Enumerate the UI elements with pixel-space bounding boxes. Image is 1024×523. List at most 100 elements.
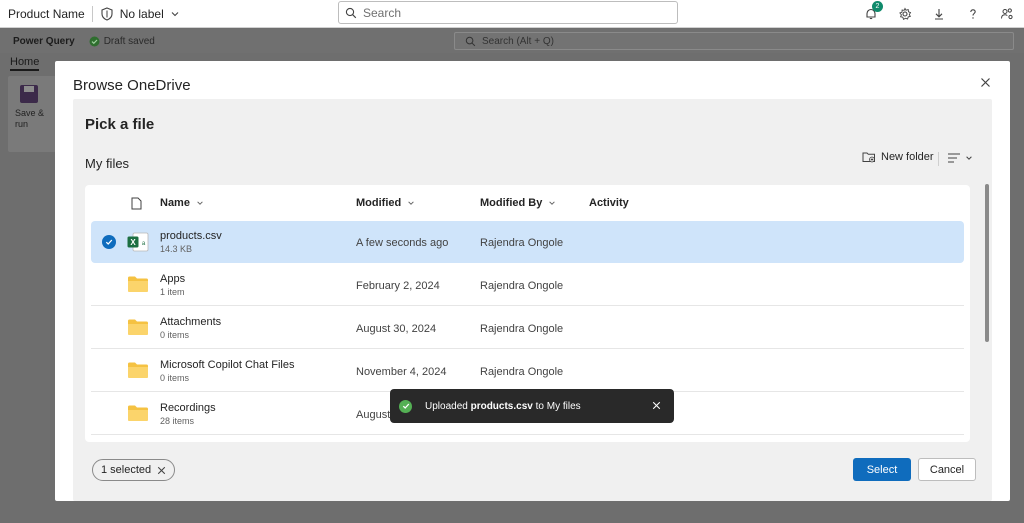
name-column-header[interactable]: Name xyxy=(160,197,204,209)
share-people-button[interactable] xyxy=(990,0,1024,28)
browse-onedrive-dialog: Browse OneDrive Pick a file My files New… xyxy=(55,61,1010,501)
check-circle-icon xyxy=(89,36,100,46)
divider xyxy=(938,152,939,166)
folder-item-count: 0 items xyxy=(160,330,190,340)
question-mark-icon xyxy=(970,9,976,19)
modified-date: August 30, 2024 xyxy=(356,323,437,335)
clear-selection-icon[interactable] xyxy=(157,466,166,475)
app-title[interactable]: Product Name xyxy=(8,7,85,21)
folder-item-count: 28 items xyxy=(160,416,195,426)
shield-icon xyxy=(101,6,113,21)
draft-status-text: Draft saved xyxy=(103,35,155,47)
folder-icon xyxy=(127,361,149,382)
global-search-placeholder: Search xyxy=(363,5,402,20)
save-and-run-label-2: run xyxy=(15,119,29,129)
folder-icon xyxy=(127,404,149,425)
dialog-title: Browse OneDrive xyxy=(73,77,191,94)
upload-toast: Uploaded products.csv to My files xyxy=(390,389,674,423)
file-picker: Pick a file My files New folder Name Mod… xyxy=(73,99,992,501)
modified-by: Rajendra Ongole xyxy=(480,237,564,249)
dialog-close-button[interactable] xyxy=(976,73,994,91)
top-bar-actions: 2 xyxy=(854,0,1024,28)
chevron-down-icon xyxy=(966,156,972,160)
folder-icon xyxy=(127,318,149,339)
save-icon xyxy=(20,85,38,103)
view-options-button[interactable] xyxy=(947,152,973,164)
global-search-box[interactable]: Search xyxy=(338,1,678,24)
file-list-header: Name Modified Modified By Activity xyxy=(85,185,970,220)
toast-filename: products.csv xyxy=(470,400,533,412)
modified-by: Rajendra Ongole xyxy=(480,366,564,378)
selected-check-icon[interactable] xyxy=(102,235,116,249)
power-query-name: Power Query xyxy=(13,35,75,47)
file-name[interactable]: products.csv xyxy=(160,230,222,242)
ribbon-tab-home[interactable]: Home xyxy=(10,56,40,71)
draft-status: Draft saved xyxy=(89,36,155,47)
name-column-label: Name xyxy=(160,197,190,209)
power-query-search-placeholder: Search (Alt + Q) xyxy=(482,35,554,47)
file-size: 14.3 KB xyxy=(160,244,193,254)
download-icon xyxy=(935,9,943,20)
search-icon xyxy=(465,36,476,46)
modified-by: Rajendra Ongole xyxy=(480,280,564,292)
help-button[interactable] xyxy=(956,0,990,28)
activity-column-header[interactable]: Activity xyxy=(589,197,629,209)
power-query-header: Power Query Draft saved Search (Alt + Q) xyxy=(0,29,1024,53)
modified-by-column-header[interactable]: Modified By xyxy=(480,197,556,209)
sensitivity-label-button[interactable]: No label xyxy=(100,7,180,21)
svg-text:X: X xyxy=(130,238,136,247)
folder-name[interactable]: Attachments xyxy=(160,316,221,328)
modified-date: November 4, 2024 xyxy=(356,366,447,378)
chevron-down-icon xyxy=(549,201,556,205)
folder-name[interactable]: Microsoft Copilot Chat Files xyxy=(160,359,295,371)
people-settings-icon xyxy=(1001,8,1013,20)
cancel-button[interactable]: Cancel xyxy=(918,458,976,481)
divider xyxy=(91,5,93,22)
picker-title: Pick a file xyxy=(85,116,155,133)
modified-column-header[interactable]: Modified xyxy=(356,197,415,209)
save-and-run-label-1: Save & xyxy=(15,108,45,118)
modified-date: A few seconds ago xyxy=(356,237,449,249)
current-location: My files xyxy=(85,156,130,171)
success-check-icon xyxy=(399,399,412,413)
power-query-search[interactable]: Search (Alt + Q) xyxy=(454,32,1014,50)
toast-close-button[interactable] xyxy=(650,399,662,411)
close-icon xyxy=(980,77,990,87)
toast-message: Uploaded products.csv to My files xyxy=(425,401,581,412)
search-icon xyxy=(345,7,357,18)
close-icon xyxy=(652,401,660,409)
activity-column-label: Activity xyxy=(589,197,629,209)
notifications-button[interactable]: 2 xyxy=(854,0,888,28)
save-and-run-button[interactable]: Save & run xyxy=(15,108,44,130)
modified-date: August xyxy=(356,409,391,421)
select-button[interactable]: Select xyxy=(853,458,911,481)
document-icon xyxy=(131,197,142,210)
toast-prefix: Uploaded xyxy=(425,400,471,412)
folder-name[interactable]: Apps xyxy=(160,273,185,285)
modified-column-label: Modified xyxy=(356,197,402,209)
gear-icon xyxy=(899,7,912,20)
folder-name[interactable]: Recordings xyxy=(160,402,216,414)
file-type-column-header[interactable] xyxy=(131,197,142,210)
file-row[interactable]: Apps 1 item February 2, 2024 Rajendra On… xyxy=(91,264,964,306)
file-row[interactable]: Xa products.csv 14.3 KB A few seconds ag… xyxy=(91,221,964,263)
chevron-down-icon xyxy=(197,201,203,205)
modified-by-column-label: Modified By xyxy=(480,197,543,209)
modified-by: Rajendra Ongole xyxy=(480,323,564,335)
folder-item-count: 1 item xyxy=(160,287,185,297)
new-folder-button[interactable]: New folder xyxy=(862,151,934,163)
settings-button[interactable] xyxy=(888,0,922,28)
folder-item-count: 0 items xyxy=(160,373,190,383)
selected-count-chip[interactable]: 1 selected xyxy=(92,459,176,481)
app-top-bar: Product Name No label Search 2 xyxy=(0,0,1024,28)
new-folder-icon xyxy=(862,152,875,163)
toast-suffix: to My files xyxy=(532,400,581,412)
file-row[interactable]: Attachments 0 items August 30, 2024 Raje… xyxy=(91,307,964,349)
file-list-scrollbar[interactable] xyxy=(985,184,989,342)
folder-icon xyxy=(127,275,149,296)
download-button[interactable] xyxy=(922,0,956,28)
backdrop xyxy=(0,501,1024,523)
excel-csv-icon: Xa xyxy=(127,232,149,255)
selected-count-label: 1 selected xyxy=(101,464,152,476)
file-row[interactable]: Microsoft Copilot Chat Files 0 items Nov… xyxy=(91,350,964,392)
